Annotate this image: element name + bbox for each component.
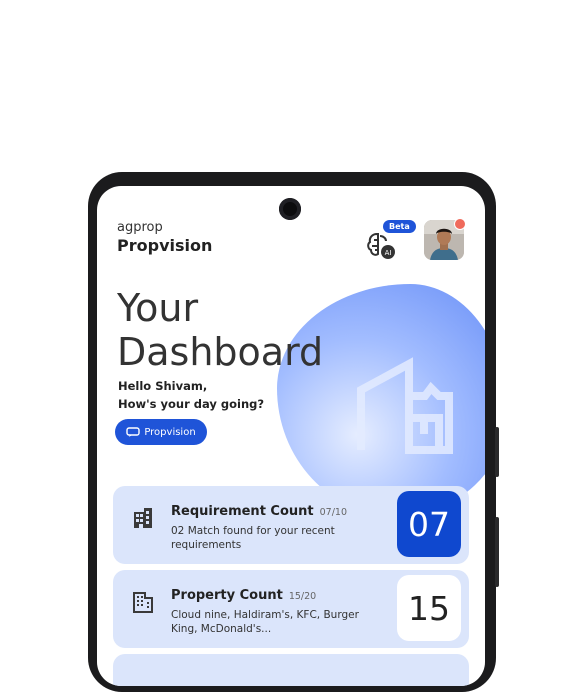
front-camera (279, 198, 301, 220)
greeting-question: How's your day going? (118, 397, 265, 411)
building-outline-icon (357, 357, 453, 454)
brand-title: Propvision (117, 236, 213, 255)
building-grid-icon (133, 592, 153, 613)
card-description: Cloud nine, Haldiram's, KFC, Burger King… (171, 609, 359, 635)
app-screen: agprop Propvision AI Beta Your Dashboard (97, 186, 485, 686)
notification-dot (454, 218, 466, 230)
requirement-count-value: 07 (397, 491, 461, 557)
greeting-name: Hello Shivam, (118, 379, 208, 393)
volume-button (495, 427, 499, 477)
property-count-card[interactable]: Property Count 15/20 Cloud nine, Haldiram… (113, 570, 469, 648)
card-title: Requirement Count (171, 504, 314, 519)
brand-small: agprop (117, 220, 163, 235)
chat-bubble-icon (126, 427, 141, 437)
ai-brain-icon[interactable]: AI (365, 228, 399, 262)
next-card-peek (113, 654, 469, 686)
beta-badge: Beta (383, 220, 416, 233)
office-building-icon (134, 508, 152, 528)
card-count: 07/10 (319, 507, 348, 518)
ai-badge-text: AI (385, 249, 392, 257)
requirement-count-card[interactable]: Requirement Count 07/10 02 Match found fo… (113, 486, 469, 564)
card-title: Property Count (171, 588, 283, 603)
title-line-2: Dashboard (117, 330, 324, 374)
card-count: 15/20 (288, 591, 317, 602)
card-description: 02 Match found for your recent requireme… (171, 525, 335, 551)
power-button (495, 517, 499, 587)
propvision-button[interactable]: Propvision (115, 419, 207, 445)
title-line-1: Your (117, 286, 199, 330)
property-count-value: 15 (397, 575, 461, 641)
page-title: Your Dashboard (117, 286, 323, 374)
propvision-button-label: Propvision (144, 426, 196, 438)
phone-frame: agprop Propvision AI Beta Your Dashboard (88, 172, 499, 692)
